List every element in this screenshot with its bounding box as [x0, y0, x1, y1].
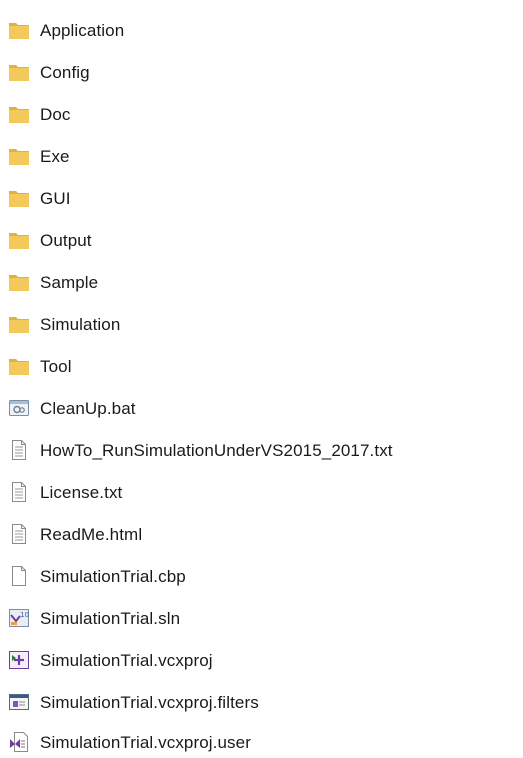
- folder-icon: [8, 61, 30, 83]
- file-item-output[interactable]: Output: [8, 224, 92, 256]
- file-name: Simulation: [40, 314, 121, 334]
- folder-icon: [8, 187, 30, 209]
- folder-icon: [8, 229, 30, 251]
- file-item-simulation[interactable]: Simulation: [8, 308, 120, 340]
- file-item-howto-txt[interactable]: HowTo_RunSimulationUnderVS2015_2017.txt: [8, 434, 393, 466]
- vs-user-file-icon: [8, 731, 30, 753]
- text-file-icon: [8, 481, 30, 503]
- file-item-readme-html[interactable]: ReadMe.html: [8, 518, 142, 550]
- text-file-icon: [8, 439, 30, 461]
- file-item-sln[interactable]: 10 SimulationTrial.sln: [8, 602, 180, 634]
- file-name: Exe: [40, 146, 70, 166]
- file-list: Application Config Doc Exe GUI Output Sa…: [0, 0, 523, 756]
- file-item-cbp[interactable]: SimulationTrial.cbp: [8, 560, 186, 592]
- file-name: Output: [40, 230, 92, 250]
- file-name: Config: [40, 62, 90, 82]
- file-item-vcxproj-user[interactable]: SimulationTrial.vcxproj.user: [8, 726, 251, 758]
- file-name: SimulationTrial.cbp: [40, 566, 186, 586]
- batch-file-icon: [8, 397, 30, 419]
- vcxproj-icon: [8, 649, 30, 671]
- file-name: CleanUp.bat: [40, 398, 136, 418]
- file-name: Application: [40, 20, 125, 40]
- file-name: HowTo_RunSimulationUnderVS2015_2017.txt: [40, 440, 393, 460]
- file-item-doc[interactable]: Doc: [8, 98, 71, 130]
- file-name: SimulationTrial.sln: [40, 608, 181, 628]
- file-name: SimulationTrial.vcxproj: [40, 650, 213, 670]
- svg-text:10: 10: [20, 611, 29, 619]
- file-item-license-txt[interactable]: License.txt: [8, 476, 122, 508]
- text-file-icon: [8, 523, 30, 545]
- file-name: GUI: [40, 188, 71, 208]
- folder-icon: [8, 355, 30, 377]
- file-item-application[interactable]: Application: [8, 14, 124, 46]
- blank-file-icon: [8, 565, 30, 587]
- file-item-tool[interactable]: Tool: [8, 350, 72, 382]
- file-item-exe[interactable]: Exe: [8, 140, 70, 172]
- file-item-config[interactable]: Config: [8, 56, 90, 88]
- file-item-vcxproj[interactable]: SimulationTrial.vcxproj: [8, 644, 213, 676]
- vs-solution-icon: 10: [8, 607, 30, 629]
- file-name: Tool: [40, 356, 72, 376]
- folder-icon: [8, 313, 30, 335]
- file-name: SimulationTrial.vcxproj.filters: [40, 692, 259, 712]
- file-item-gui[interactable]: GUI: [8, 182, 71, 214]
- filters-file-icon: [8, 691, 30, 713]
- folder-icon: [8, 19, 30, 41]
- file-item-sample[interactable]: Sample: [8, 266, 98, 298]
- folder-icon: [8, 271, 30, 293]
- folder-icon: [8, 103, 30, 125]
- file-name: Sample: [40, 272, 99, 292]
- file-name: ReadMe.html: [40, 524, 143, 544]
- file-item-vcxproj-filters[interactable]: SimulationTrial.vcxproj.filters: [8, 686, 259, 718]
- file-name: Doc: [40, 104, 71, 124]
- file-item-cleanup-bat[interactable]: CleanUp.bat: [8, 392, 136, 424]
- file-name: License.txt: [40, 482, 123, 502]
- folder-icon: [8, 145, 30, 167]
- file-name: SimulationTrial.vcxproj.user: [40, 732, 251, 752]
